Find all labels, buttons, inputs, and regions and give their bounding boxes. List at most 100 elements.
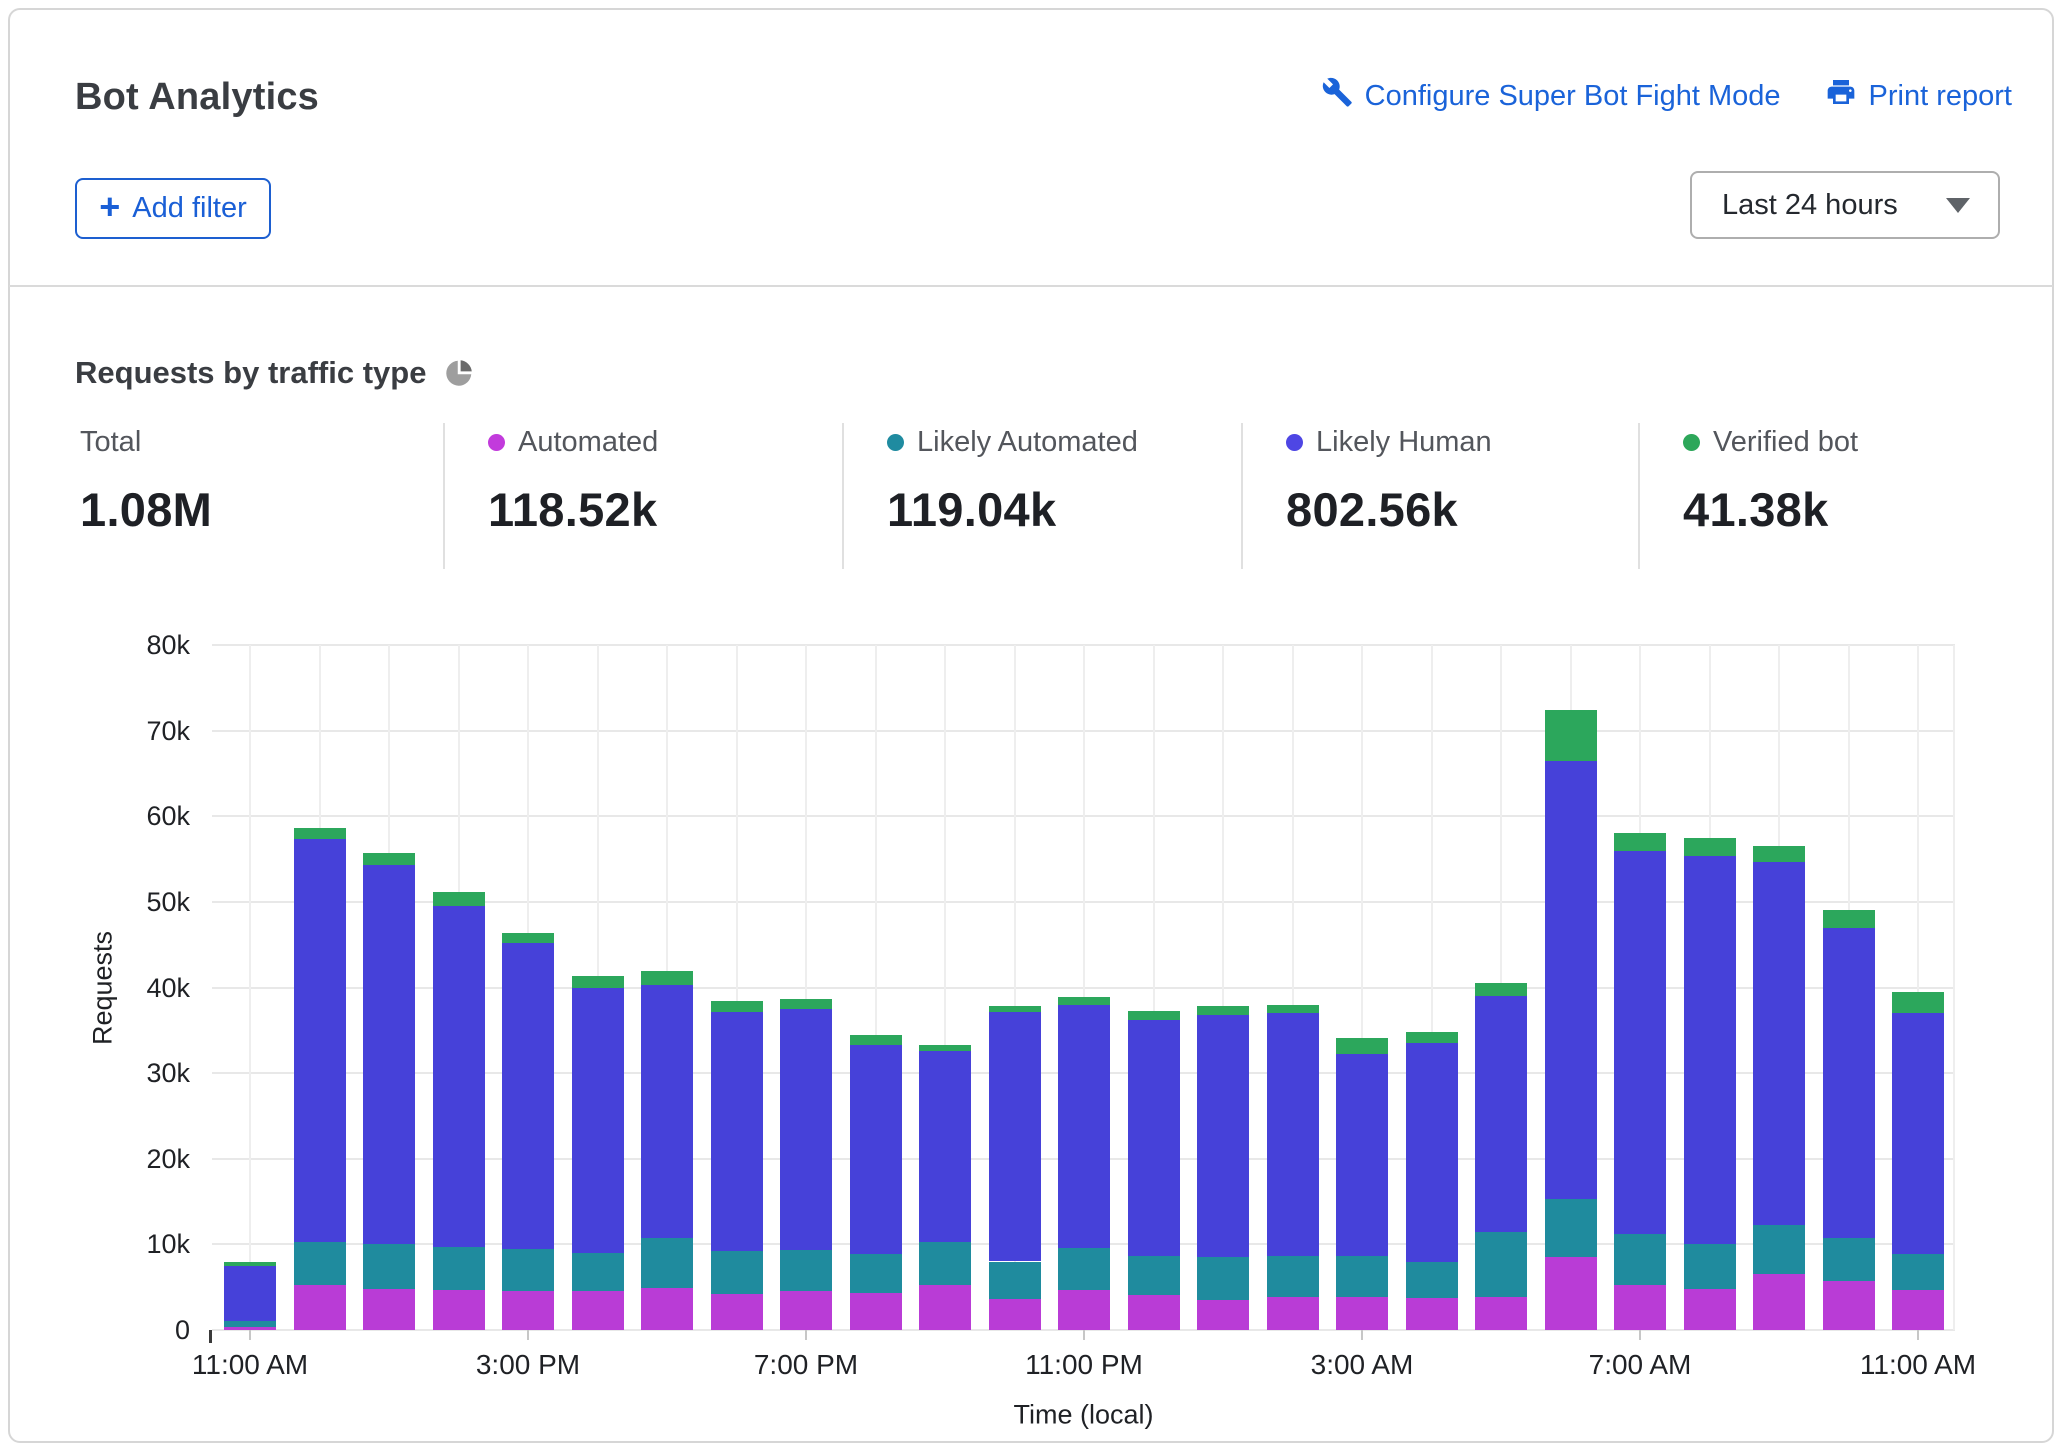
bar-segment-likely-automated[interactable]: [850, 1254, 902, 1293]
bar-segment-likely-human[interactable]: [294, 839, 346, 1242]
bar-segment-verified-bot[interactable]: [1336, 1038, 1388, 1054]
bar-segment-likely-human[interactable]: [989, 1012, 1041, 1261]
bar-segment-likely-human[interactable]: [1058, 1005, 1110, 1248]
bar-segment-likely-human[interactable]: [1545, 761, 1597, 1199]
bar-segment-automated[interactable]: [1267, 1297, 1319, 1330]
bar-segment-verified-bot[interactable]: [502, 933, 554, 943]
bar-segment-verified-bot[interactable]: [780, 999, 832, 1009]
bar-segment-likely-human[interactable]: [1267, 1013, 1319, 1256]
bar-segment-verified-bot[interactable]: [1892, 992, 1944, 1013]
bar-segment-likely-human[interactable]: [850, 1045, 902, 1254]
bar-segment-automated[interactable]: [1892, 1290, 1944, 1330]
bar-segment-likely-automated[interactable]: [711, 1251, 763, 1294]
bar-segment-verified-bot[interactable]: [850, 1035, 902, 1044]
bar-segment-likely-human[interactable]: [641, 985, 693, 1238]
bar-segment-verified-bot[interactable]: [1753, 846, 1805, 861]
bar-segment-verified-bot[interactable]: [363, 853, 415, 865]
bar-segment-likely-human[interactable]: [1684, 856, 1736, 1245]
bar-segment-likely-automated[interactable]: [780, 1250, 832, 1291]
bar-segment-verified-bot[interactable]: [1128, 1011, 1180, 1020]
bar-segment-likely-automated[interactable]: [989, 1262, 1041, 1300]
bar-segment-verified-bot[interactable]: [572, 976, 624, 989]
bar-segment-verified-bot[interactable]: [1823, 910, 1875, 928]
bar-segment-likely-automated[interactable]: [1614, 1234, 1666, 1285]
bar-segment-verified-bot[interactable]: [1058, 997, 1110, 1005]
bar-segment-verified-bot[interactable]: [1545, 710, 1597, 761]
bar-segment-likely-human[interactable]: [711, 1012, 763, 1251]
bar-segment-likely-human[interactable]: [1614, 851, 1666, 1234]
bar-segment-automated[interactable]: [919, 1285, 971, 1330]
bar-segment-automated[interactable]: [572, 1291, 624, 1330]
configure-super-bot-fight-mode-link[interactable]: Configure Super Bot Fight Mode: [1321, 76, 1781, 116]
bar-segment-automated[interactable]: [1753, 1274, 1805, 1330]
bar-segment-verified-bot[interactable]: [224, 1262, 276, 1265]
bar-segment-likely-human[interactable]: [502, 943, 554, 1249]
bar-segment-likely-human[interactable]: [1892, 1013, 1944, 1254]
bar-segment-automated[interactable]: [433, 1290, 485, 1330]
bar-segment-likely-automated[interactable]: [433, 1247, 485, 1290]
bar-segment-likely-automated[interactable]: [1892, 1254, 1944, 1290]
bar-segment-automated[interactable]: [363, 1289, 415, 1330]
bar-segment-likely-automated[interactable]: [1406, 1262, 1458, 1299]
bar-segment-verified-bot[interactable]: [711, 1001, 763, 1012]
bar-segment-likely-automated[interactable]: [502, 1249, 554, 1291]
bar-segment-automated[interactable]: [502, 1291, 554, 1330]
bar-segment-likely-human[interactable]: [1128, 1020, 1180, 1256]
bar-segment-automated[interactable]: [1128, 1295, 1180, 1330]
bar-segment-likely-human[interactable]: [363, 865, 415, 1244]
bar-segment-verified-bot[interactable]: [989, 1006, 1041, 1012]
bar-segment-likely-human[interactable]: [1336, 1054, 1388, 1256]
bar-segment-likely-human[interactable]: [224, 1266, 276, 1322]
bar-segment-automated[interactable]: [1058, 1290, 1110, 1330]
bar-segment-likely-automated[interactable]: [641, 1238, 693, 1289]
bar-segment-automated[interactable]: [1614, 1285, 1666, 1330]
bar-segment-automated[interactable]: [1336, 1297, 1388, 1330]
bar-segment-automated[interactable]: [1475, 1297, 1527, 1330]
bar-segment-likely-automated[interactable]: [1684, 1244, 1736, 1289]
bar-segment-verified-bot[interactable]: [919, 1045, 971, 1051]
bar-segment-likely-human[interactable]: [1406, 1043, 1458, 1261]
bar-segment-likely-automated[interactable]: [1197, 1257, 1249, 1300]
bar-segment-automated[interactable]: [711, 1294, 763, 1330]
bar-segment-verified-bot[interactable]: [1614, 833, 1666, 851]
bar-segment-likely-automated[interactable]: [1058, 1248, 1110, 1290]
bar-segment-likely-automated[interactable]: [1475, 1232, 1527, 1297]
bar-segment-likely-human[interactable]: [1823, 928, 1875, 1237]
bar-segment-verified-bot[interactable]: [1406, 1032, 1458, 1043]
bar-segment-likely-human[interactable]: [780, 1009, 832, 1250]
bar-segment-automated[interactable]: [780, 1291, 832, 1330]
bar-segment-likely-automated[interactable]: [294, 1242, 346, 1286]
bar-segment-automated[interactable]: [1545, 1257, 1597, 1330]
bar-segment-verified-bot[interactable]: [641, 971, 693, 985]
bar-segment-likely-human[interactable]: [433, 906, 485, 1247]
bar-segment-automated[interactable]: [850, 1293, 902, 1330]
bar-segment-likely-automated[interactable]: [224, 1321, 276, 1326]
bar-segment-verified-bot[interactable]: [1197, 1006, 1249, 1015]
bar-segment-likely-automated[interactable]: [1753, 1225, 1805, 1275]
bar-segment-likely-automated[interactable]: [1336, 1256, 1388, 1296]
bar-segment-automated[interactable]: [1406, 1298, 1458, 1330]
bar-segment-likely-human[interactable]: [1753, 862, 1805, 1225]
bar-segment-likely-automated[interactable]: [1128, 1256, 1180, 1295]
bar-segment-automated[interactable]: [1197, 1300, 1249, 1330]
bar-segment-automated[interactable]: [641, 1288, 693, 1330]
bar-segment-verified-bot[interactable]: [1267, 1005, 1319, 1014]
bar-segment-likely-human[interactable]: [1197, 1015, 1249, 1257]
bar-segment-verified-bot[interactable]: [294, 828, 346, 838]
bar-segment-automated[interactable]: [294, 1285, 346, 1330]
bar-segment-automated[interactable]: [1823, 1281, 1875, 1330]
bar-segment-likely-automated[interactable]: [572, 1253, 624, 1292]
print-report-link[interactable]: Print report: [1825, 76, 2012, 116]
bar-segment-likely-automated[interactable]: [919, 1242, 971, 1285]
bar-segment-likely-automated[interactable]: [1823, 1238, 1875, 1282]
bar-segment-likely-automated[interactable]: [363, 1244, 415, 1289]
bar-segment-automated[interactable]: [989, 1299, 1041, 1330]
bar-segment-likely-human[interactable]: [919, 1051, 971, 1242]
bar-segment-likely-human[interactable]: [1475, 996, 1527, 1231]
bar-segment-likely-human[interactable]: [572, 988, 624, 1253]
bar-segment-likely-automated[interactable]: [1545, 1199, 1597, 1257]
bar-segment-likely-automated[interactable]: [1267, 1256, 1319, 1296]
bar-segment-verified-bot[interactable]: [433, 892, 485, 907]
bar-segment-verified-bot[interactable]: [1684, 838, 1736, 856]
bar-segment-automated[interactable]: [1684, 1289, 1736, 1330]
